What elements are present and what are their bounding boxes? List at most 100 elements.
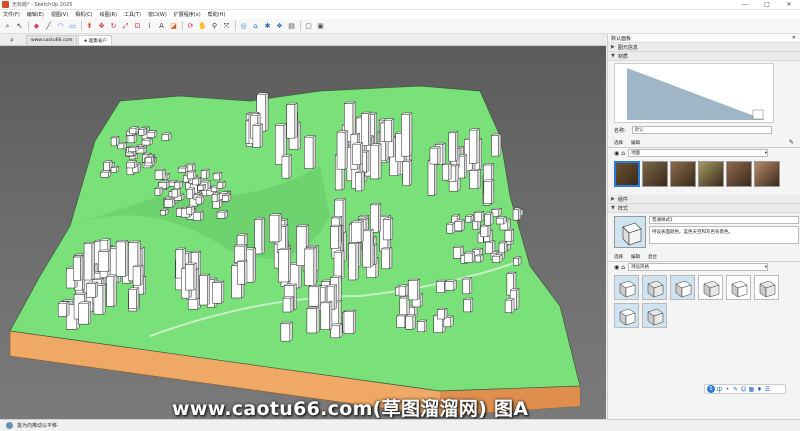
home-icon[interactable]: ⌂ [621, 150, 625, 157]
style-thumbnail-6[interactable] [614, 303, 639, 328]
arc-icon[interactable]: ◠ [55, 21, 66, 32]
text-icon[interactable]: A [156, 21, 167, 32]
material-category-select[interactable]: 地面 ▾ [628, 149, 769, 157]
line-icon[interactable]: ╱ [43, 21, 54, 32]
building [360, 111, 372, 146]
building [216, 210, 229, 219]
select-icon[interactable]: ↖ [14, 21, 25, 32]
material-tab-edit[interactable]: 编辑 [631, 140, 640, 146]
building [196, 183, 207, 191]
building [252, 123, 264, 148]
minimize-button[interactable]: — [734, 0, 756, 10]
pan-icon[interactable]: ✋ [197, 21, 208, 32]
rotate-icon[interactable]: ↻ [108, 21, 119, 32]
menu-item-7[interactable]: 扩展程序(x) [174, 11, 201, 18]
style-thumbnails [608, 275, 788, 328]
extension-icon[interactable]: ✱ [262, 21, 273, 32]
search-icon[interactable]: ⌕ [2, 21, 13, 32]
menu-item-4[interactable]: 绘图(R) [100, 11, 117, 18]
new-icon[interactable]: ▢ [303, 21, 314, 32]
zoom-extents-icon[interactable]: ⤧ [221, 21, 232, 32]
open-icon[interactable]: ▣ [315, 21, 326, 32]
style-thumbnail-3[interactable] [698, 275, 723, 300]
search-icon[interactable]: ⌕ [4, 36, 20, 45]
material-tab-select[interactable]: 选择 [614, 140, 623, 146]
menu-item-6[interactable]: 窗口(W) [148, 11, 167, 18]
section-components[interactable]: ▶ 组件 [608, 195, 800, 204]
material-category-row: ◉ ⌂ 地面 ▾ [608, 148, 800, 158]
building [473, 210, 485, 223]
orbit-icon[interactable]: ⟳ [185, 21, 196, 32]
building [125, 160, 138, 169]
building [479, 224, 492, 238]
style-category-select[interactable]: 持设风格 ▾ [628, 263, 769, 271]
rectangle-icon[interactable]: ▭ [67, 21, 78, 32]
material-swatch-0[interactable] [614, 161, 640, 187]
material-swatch-3[interactable] [698, 161, 724, 187]
ime-punct-icon[interactable]: • [724, 386, 731, 393]
style-thumbnail-4[interactable] [726, 275, 751, 300]
status-info-icon[interactable] [6, 422, 13, 429]
scene-tab-1[interactable]: ★ 超集省户 [78, 35, 112, 45]
building [280, 321, 293, 342]
material-swatch-4[interactable] [726, 161, 752, 187]
ime-lang-icon[interactable]: 中 [716, 386, 723, 394]
material-swatch-1[interactable] [642, 161, 668, 187]
eyedropper-icon[interactable]: ✎ [789, 139, 794, 146]
eraser-icon[interactable]: ◆ [31, 21, 42, 32]
material-swatch-5[interactable] [754, 161, 780, 187]
section-entity-info[interactable]: ▶ 图元信息 [608, 43, 800, 52]
menu-item-2[interactable]: 视图(V) [51, 11, 68, 18]
tape-icon[interactable]: ⌇ [144, 21, 155, 32]
maximize-button[interactable]: □ [756, 0, 778, 10]
back-icon[interactable]: ◉ [614, 264, 619, 271]
warehouse-icon[interactable]: ⌂ [250, 21, 261, 32]
style-thumbnail-0[interactable] [614, 275, 639, 300]
material-swatch-2[interactable] [670, 161, 696, 187]
ime-keyboard-icon[interactable]: ▦ [748, 386, 755, 393]
paint-icon[interactable]: ◪ [168, 21, 179, 32]
building [329, 323, 343, 339]
style-thumbnail-2[interactable] [670, 275, 695, 300]
ime-skin-icon[interactable]: ♦ [756, 386, 763, 393]
style-thumbnail-7[interactable] [642, 303, 667, 328]
offset-icon[interactable]: ⊡ [132, 21, 143, 32]
ime-pen-icon[interactable]: ✎ [732, 386, 739, 393]
style-tab-mix[interactable]: 混合 [648, 254, 657, 260]
close-button[interactable]: ✕ [778, 0, 800, 10]
section-styles[interactable]: ▼ 样式 [608, 204, 800, 213]
geolocation-icon[interactable]: ◎ [238, 21, 249, 32]
building [83, 241, 96, 281]
style-name-input[interactable]: 普通样式1 [649, 216, 799, 224]
layout-icon[interactable]: ▤ [286, 21, 297, 32]
style-tab-select[interactable]: 选择 [614, 254, 623, 260]
scale-icon[interactable]: ⤢ [120, 21, 131, 32]
building [462, 277, 473, 295]
style-description[interactable]: 持设表面颜色。蓝色天空和灰色背景色。 [649, 226, 799, 244]
zoom-icon[interactable]: ⚲ [209, 21, 220, 32]
ime-emoji-icon[interactable]: ☺ [740, 386, 747, 393]
menu-item-1[interactable]: 编辑(E) [27, 11, 44, 18]
menu-item-3[interactable]: 相机(C) [75, 11, 92, 18]
style-thumbnail-1[interactable] [642, 275, 667, 300]
components-icon[interactable]: ❖ [274, 21, 285, 32]
section-materials[interactable]: ▼ 材质 [608, 52, 800, 61]
menu-item-8[interactable]: 帮助(H) [208, 11, 226, 18]
style-tab-edit[interactable]: 编辑 [631, 254, 640, 260]
material-name-input[interactable]: 默认 [631, 126, 772, 134]
tray-close-icon[interactable]: ✕ [792, 35, 796, 41]
move-icon[interactable]: ✥ [96, 21, 107, 32]
model-viewport[interactable] [0, 46, 606, 419]
menu-item-0[interactable]: 文件(F) [3, 11, 20, 18]
back-icon[interactable]: ◉ [614, 150, 619, 157]
scene-tab-0[interactable]: www.caotu66.com [26, 35, 78, 45]
menu-item-5[interactable]: 工具(T) [124, 11, 141, 18]
pushpull-icon[interactable]: ⬆ [84, 21, 95, 32]
ime-menu-icon[interactable]: ☰ [764, 386, 771, 393]
style-thumbnail-5[interactable] [754, 275, 779, 300]
building [320, 300, 333, 330]
home-icon[interactable]: ⌂ [621, 264, 625, 271]
building [144, 155, 155, 164]
building [329, 224, 342, 249]
ime-logo-icon[interactable]: S [707, 385, 715, 393]
